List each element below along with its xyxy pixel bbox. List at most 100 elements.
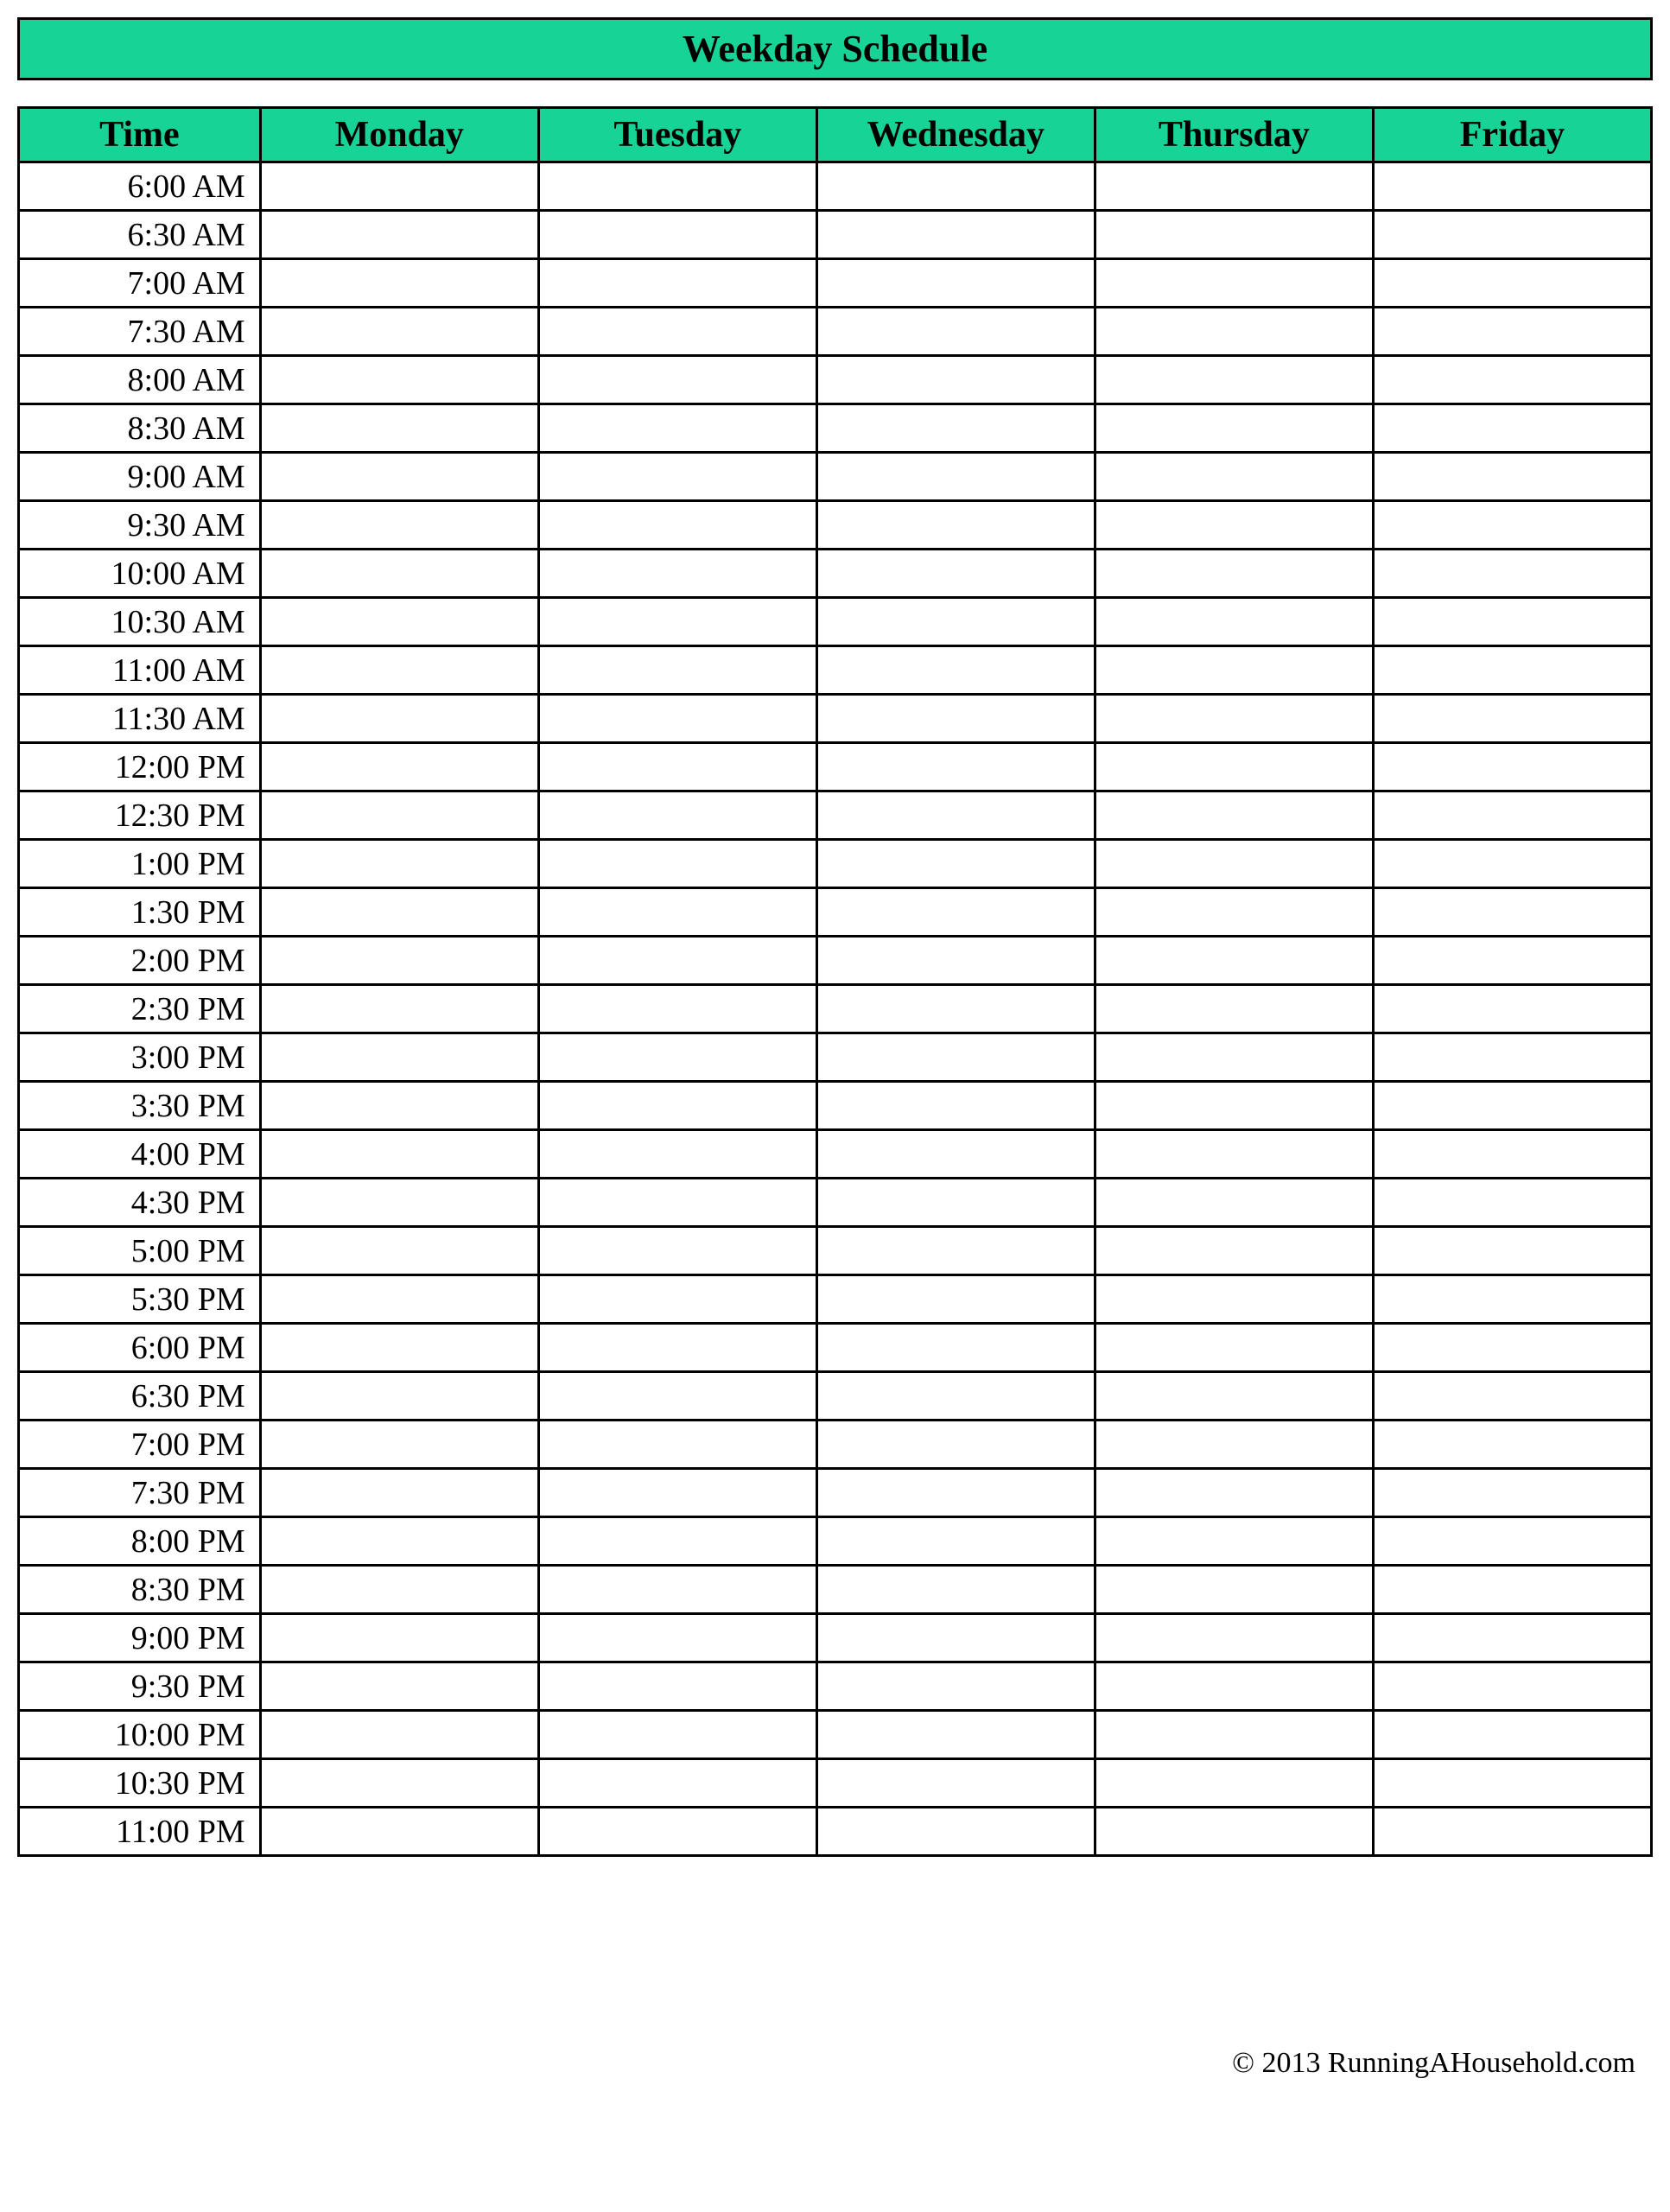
- slot-cell[interactable]: [260, 550, 538, 598]
- slot-cell[interactable]: [538, 1517, 816, 1566]
- slot-cell[interactable]: [1095, 1517, 1373, 1566]
- slot-cell[interactable]: [538, 1130, 816, 1179]
- slot-cell[interactable]: [538, 1227, 816, 1275]
- slot-cell[interactable]: [260, 1711, 538, 1759]
- slot-cell[interactable]: [538, 1179, 816, 1227]
- slot-cell[interactable]: [538, 598, 816, 646]
- slot-cell[interactable]: [1373, 1227, 1651, 1275]
- slot-cell[interactable]: [1373, 308, 1651, 356]
- slot-cell[interactable]: [816, 162, 1095, 211]
- slot-cell[interactable]: [260, 453, 538, 501]
- slot-cell[interactable]: [816, 743, 1095, 791]
- slot-cell[interactable]: [260, 501, 538, 550]
- slot-cell[interactable]: [1373, 1275, 1651, 1324]
- slot-cell[interactable]: [1373, 1372, 1651, 1421]
- slot-cell[interactable]: [260, 1759, 538, 1808]
- slot-cell[interactable]: [538, 840, 816, 888]
- slot-cell[interactable]: [1373, 743, 1651, 791]
- slot-cell[interactable]: [816, 1372, 1095, 1421]
- slot-cell[interactable]: [538, 888, 816, 937]
- slot-cell[interactable]: [1373, 985, 1651, 1033]
- slot-cell[interactable]: [260, 1566, 538, 1614]
- slot-cell[interactable]: [538, 646, 816, 695]
- slot-cell[interactable]: [538, 1662, 816, 1711]
- slot-cell[interactable]: [816, 501, 1095, 550]
- slot-cell[interactable]: [1373, 259, 1651, 308]
- slot-cell[interactable]: [1095, 888, 1373, 937]
- slot-cell[interactable]: [1373, 1662, 1651, 1711]
- slot-cell[interactable]: [260, 259, 538, 308]
- slot-cell[interactable]: [260, 356, 538, 404]
- slot-cell[interactable]: [260, 888, 538, 937]
- slot-cell[interactable]: [1095, 743, 1373, 791]
- slot-cell[interactable]: [260, 598, 538, 646]
- slot-cell[interactable]: [260, 1179, 538, 1227]
- slot-cell[interactable]: [1095, 1808, 1373, 1856]
- slot-cell[interactable]: [1095, 791, 1373, 840]
- slot-cell[interactable]: [1095, 550, 1373, 598]
- slot-cell[interactable]: [1373, 211, 1651, 259]
- slot-cell[interactable]: [538, 453, 816, 501]
- slot-cell[interactable]: [1095, 1324, 1373, 1372]
- slot-cell[interactable]: [260, 1808, 538, 1856]
- slot-cell[interactable]: [538, 259, 816, 308]
- slot-cell[interactable]: [1095, 937, 1373, 985]
- slot-cell[interactable]: [260, 1130, 538, 1179]
- slot-cell[interactable]: [816, 550, 1095, 598]
- slot-cell[interactable]: [260, 1033, 538, 1082]
- slot-cell[interactable]: [538, 1033, 816, 1082]
- slot-cell[interactable]: [1373, 1566, 1651, 1614]
- slot-cell[interactable]: [538, 1566, 816, 1614]
- slot-cell[interactable]: [538, 937, 816, 985]
- slot-cell[interactable]: [538, 1759, 816, 1808]
- slot-cell[interactable]: [260, 1662, 538, 1711]
- slot-cell[interactable]: [816, 646, 1095, 695]
- slot-cell[interactable]: [816, 1566, 1095, 1614]
- slot-cell[interactable]: [816, 985, 1095, 1033]
- slot-cell[interactable]: [1095, 1566, 1373, 1614]
- slot-cell[interactable]: [260, 1324, 538, 1372]
- slot-cell[interactable]: [260, 985, 538, 1033]
- slot-cell[interactable]: [816, 791, 1095, 840]
- slot-cell[interactable]: [538, 211, 816, 259]
- slot-cell[interactable]: [816, 1759, 1095, 1808]
- slot-cell[interactable]: [538, 356, 816, 404]
- slot-cell[interactable]: [1095, 695, 1373, 743]
- slot-cell[interactable]: [1095, 1614, 1373, 1662]
- slot-cell[interactable]: [816, 1711, 1095, 1759]
- slot-cell[interactable]: [1095, 1082, 1373, 1130]
- slot-cell[interactable]: [816, 840, 1095, 888]
- slot-cell[interactable]: [538, 791, 816, 840]
- slot-cell[interactable]: [260, 404, 538, 453]
- slot-cell[interactable]: [816, 1227, 1095, 1275]
- slot-cell[interactable]: [1373, 1469, 1651, 1517]
- slot-cell[interactable]: [1095, 453, 1373, 501]
- slot-cell[interactable]: [538, 308, 816, 356]
- slot-cell[interactable]: [1373, 550, 1651, 598]
- slot-cell[interactable]: [260, 840, 538, 888]
- slot-cell[interactable]: [1095, 1469, 1373, 1517]
- slot-cell[interactable]: [1373, 1614, 1651, 1662]
- slot-cell[interactable]: [1095, 1372, 1373, 1421]
- slot-cell[interactable]: [538, 1275, 816, 1324]
- slot-cell[interactable]: [1095, 259, 1373, 308]
- slot-cell[interactable]: [1095, 840, 1373, 888]
- slot-cell[interactable]: [1373, 501, 1651, 550]
- slot-cell[interactable]: [260, 1421, 538, 1469]
- slot-cell[interactable]: [816, 453, 1095, 501]
- slot-cell[interactable]: [260, 1227, 538, 1275]
- slot-cell[interactable]: [260, 937, 538, 985]
- slot-cell[interactable]: [1095, 598, 1373, 646]
- slot-cell[interactable]: [816, 598, 1095, 646]
- slot-cell[interactable]: [1095, 1275, 1373, 1324]
- slot-cell[interactable]: [1373, 1130, 1651, 1179]
- slot-cell[interactable]: [1095, 162, 1373, 211]
- slot-cell[interactable]: [1373, 888, 1651, 937]
- slot-cell[interactable]: [1095, 1421, 1373, 1469]
- slot-cell[interactable]: [1095, 1179, 1373, 1227]
- slot-cell[interactable]: [538, 985, 816, 1033]
- slot-cell[interactable]: [260, 791, 538, 840]
- slot-cell[interactable]: [816, 1808, 1095, 1856]
- slot-cell[interactable]: [538, 1469, 816, 1517]
- slot-cell[interactable]: [260, 1082, 538, 1130]
